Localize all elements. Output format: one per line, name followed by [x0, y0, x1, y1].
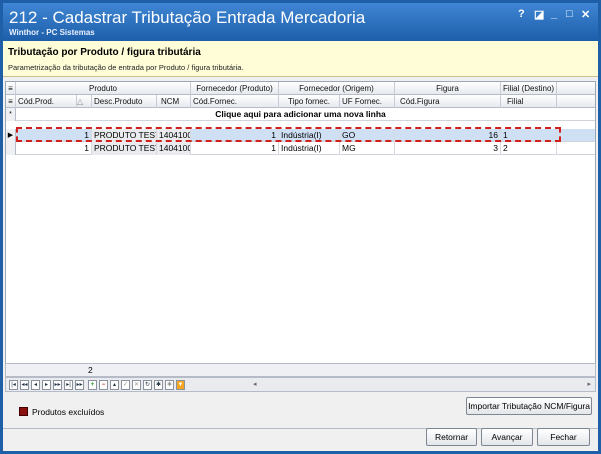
cell-filial[interactable]: 1	[501, 129, 557, 142]
cancel-edit-icon[interactable]: ✕	[132, 380, 141, 390]
cell-uf-fornec[interactable]: MG	[340, 142, 395, 155]
last-page-icon[interactable]: ▸|	[64, 380, 73, 390]
window-body: 212 - Cadastrar Tributação Entrada Merca…	[3, 3, 598, 451]
cell-ncm[interactable]: 1404100	[157, 142, 191, 155]
cell-filial[interactable]: 2	[501, 142, 557, 155]
cell-cod-figura[interactable]: 16	[395, 129, 501, 142]
col-filial[interactable]: Filial	[501, 95, 557, 108]
page-description: Parametrização da tributação de entrada …	[8, 63, 244, 72]
row-indicator	[6, 142, 16, 155]
group-header-figura: Figura	[395, 82, 501, 95]
cell-desc-produto[interactable]: PRODUTO TESTE	[92, 129, 157, 142]
post-edit-icon[interactable]: ✓	[121, 380, 130, 390]
window-subtitle: Winthor - PC Sistemas	[9, 28, 95, 37]
filter-icon[interactable]: ▼	[176, 380, 185, 390]
refresh-icon[interactable]: ↻	[143, 380, 152, 390]
row-count: 2	[88, 365, 93, 375]
cell-cod-prod[interactable]: 1	[16, 142, 92, 155]
sort-ascending-icon[interactable]: △	[77, 95, 92, 108]
edit-record-icon[interactable]: ▴	[110, 380, 119, 390]
excluded-color-swatch	[19, 407, 28, 416]
group-header-produto: Produto	[16, 82, 191, 95]
prev-page-icon[interactable]: ◂◂	[20, 380, 29, 390]
import-tributacao-button[interactable]: Importar Tributação NCM/Figura	[466, 397, 592, 415]
scroll-right-icon[interactable]: ▸	[587, 380, 591, 388]
table-row[interactable]: ▶ 1 PRODUTO TESTE 1404100 1 Indústria(I)…	[6, 129, 595, 142]
cell-uf-fornec[interactable]: GO	[340, 129, 395, 142]
page-title: Tributação por Produto / figura tributár…	[8, 47, 201, 58]
group-header-fornecedor-origem: Fornecedor (Origem)	[279, 82, 395, 95]
minimize-icon[interactable]: _	[551, 8, 557, 20]
bookmark-icon[interactable]: ✱	[154, 380, 163, 390]
add-record-icon[interactable]: +	[88, 380, 97, 390]
legend-label: Produtos excluídos	[32, 407, 105, 417]
table-row[interactable]: 1 PRODUTO TESTE 1404100 1 Indústria(I) M…	[6, 142, 595, 155]
cell-cod-fornec[interactable]: 1	[191, 129, 279, 142]
col-cod-fornec[interactable]: Cód.Fornec.	[191, 95, 279, 108]
add-row-text[interactable]: Clique aqui para adicionar uma nova linh…	[6, 108, 595, 121]
cell-tipo-fornec[interactable]: Indústria(I)	[279, 129, 340, 142]
group-header-fornecedor-produto: Fornecedor (Produto)	[191, 82, 279, 95]
group-expand-icon[interactable]: ≡	[6, 82, 16, 95]
retornar-button[interactable]: Retornar	[426, 428, 477, 446]
column-header-row: ≡ Cód.Prod. △ Desc.Produto NCM Cód.Forne…	[6, 95, 595, 108]
col-tipo-fornec[interactable]: Tipo fornec.	[279, 95, 340, 108]
add-new-row[interactable]: * Clique aqui para adicionar uma nova li…	[6, 108, 595, 121]
main-window: 212 - Cadastrar Tributação Entrada Merca…	[0, 0, 601, 454]
next-record-icon[interactable]: ▸	[42, 380, 51, 390]
prev-record-icon[interactable]: ◂	[31, 380, 40, 390]
current-row-indicator: ▶	[6, 129, 16, 142]
page-header: Tributação por Produto / figura tributár…	[3, 41, 598, 77]
col-cod-prod[interactable]: Cód.Prod.	[16, 95, 77, 108]
grid-navigator: |◂ ◂◂ ◂ ▸ ▸▸ ▸| ▸▸ + − ▴ ✓ ✕ ↻ ✱ ✱ ▼ ◂ ▸	[5, 377, 596, 392]
first-page-icon[interactable]: |◂	[9, 380, 18, 390]
data-grid: ≡ Produto Fornecedor (Produto) Fornecedo…	[5, 81, 596, 377]
cell-cod-figura[interactable]: 3	[395, 142, 501, 155]
avancar-button[interactable]: Avançar	[481, 428, 533, 446]
column-chooser-icon[interactable]: ≡	[6, 95, 16, 108]
next-page-icon[interactable]: ▸▸	[53, 380, 62, 390]
restore-icon[interactable]: ◪	[534, 8, 544, 21]
col-desc-produto[interactable]: Desc.Produto	[92, 95, 157, 108]
cell-ncm[interactable]: 1404100	[157, 129, 191, 142]
close-icon[interactable]: ✕	[581, 8, 590, 21]
delete-record-icon[interactable]: −	[99, 380, 108, 390]
cell-cod-prod[interactable]: 1	[16, 129, 92, 142]
goto-bookmark-icon[interactable]: ✱	[165, 380, 174, 390]
col-ncm[interactable]: NCM	[157, 95, 191, 108]
group-header-row: ≡ Produto Fornecedor (Produto) Fornecedo…	[6, 82, 595, 95]
grid-footer: 2	[5, 363, 596, 377]
window-title: 212 - Cadastrar Tributação Entrada Merca…	[9, 8, 366, 27]
help-icon[interactable]: ?	[518, 8, 525, 20]
col-cod-figura[interactable]: Cód.Figura	[395, 95, 501, 108]
scroll-left-icon[interactable]: ◂	[253, 380, 257, 388]
fechar-button[interactable]: Fechar	[537, 428, 590, 446]
cell-tipo-fornec[interactable]: Indústria(I)	[279, 142, 340, 155]
maximize-icon[interactable]: □	[566, 8, 573, 20]
col-uf-fornec[interactable]: UF Fornec.	[340, 95, 395, 108]
cell-desc-produto[interactable]: PRODUTO TESTE	[92, 142, 157, 155]
cell-cod-fornec[interactable]: 1	[191, 142, 279, 155]
group-header-filial: Filial (Destino)	[501, 82, 557, 95]
title-bar: 212 - Cadastrar Tributação Entrada Merca…	[3, 3, 598, 41]
fast-forward-icon[interactable]: ▸▸	[75, 380, 84, 390]
